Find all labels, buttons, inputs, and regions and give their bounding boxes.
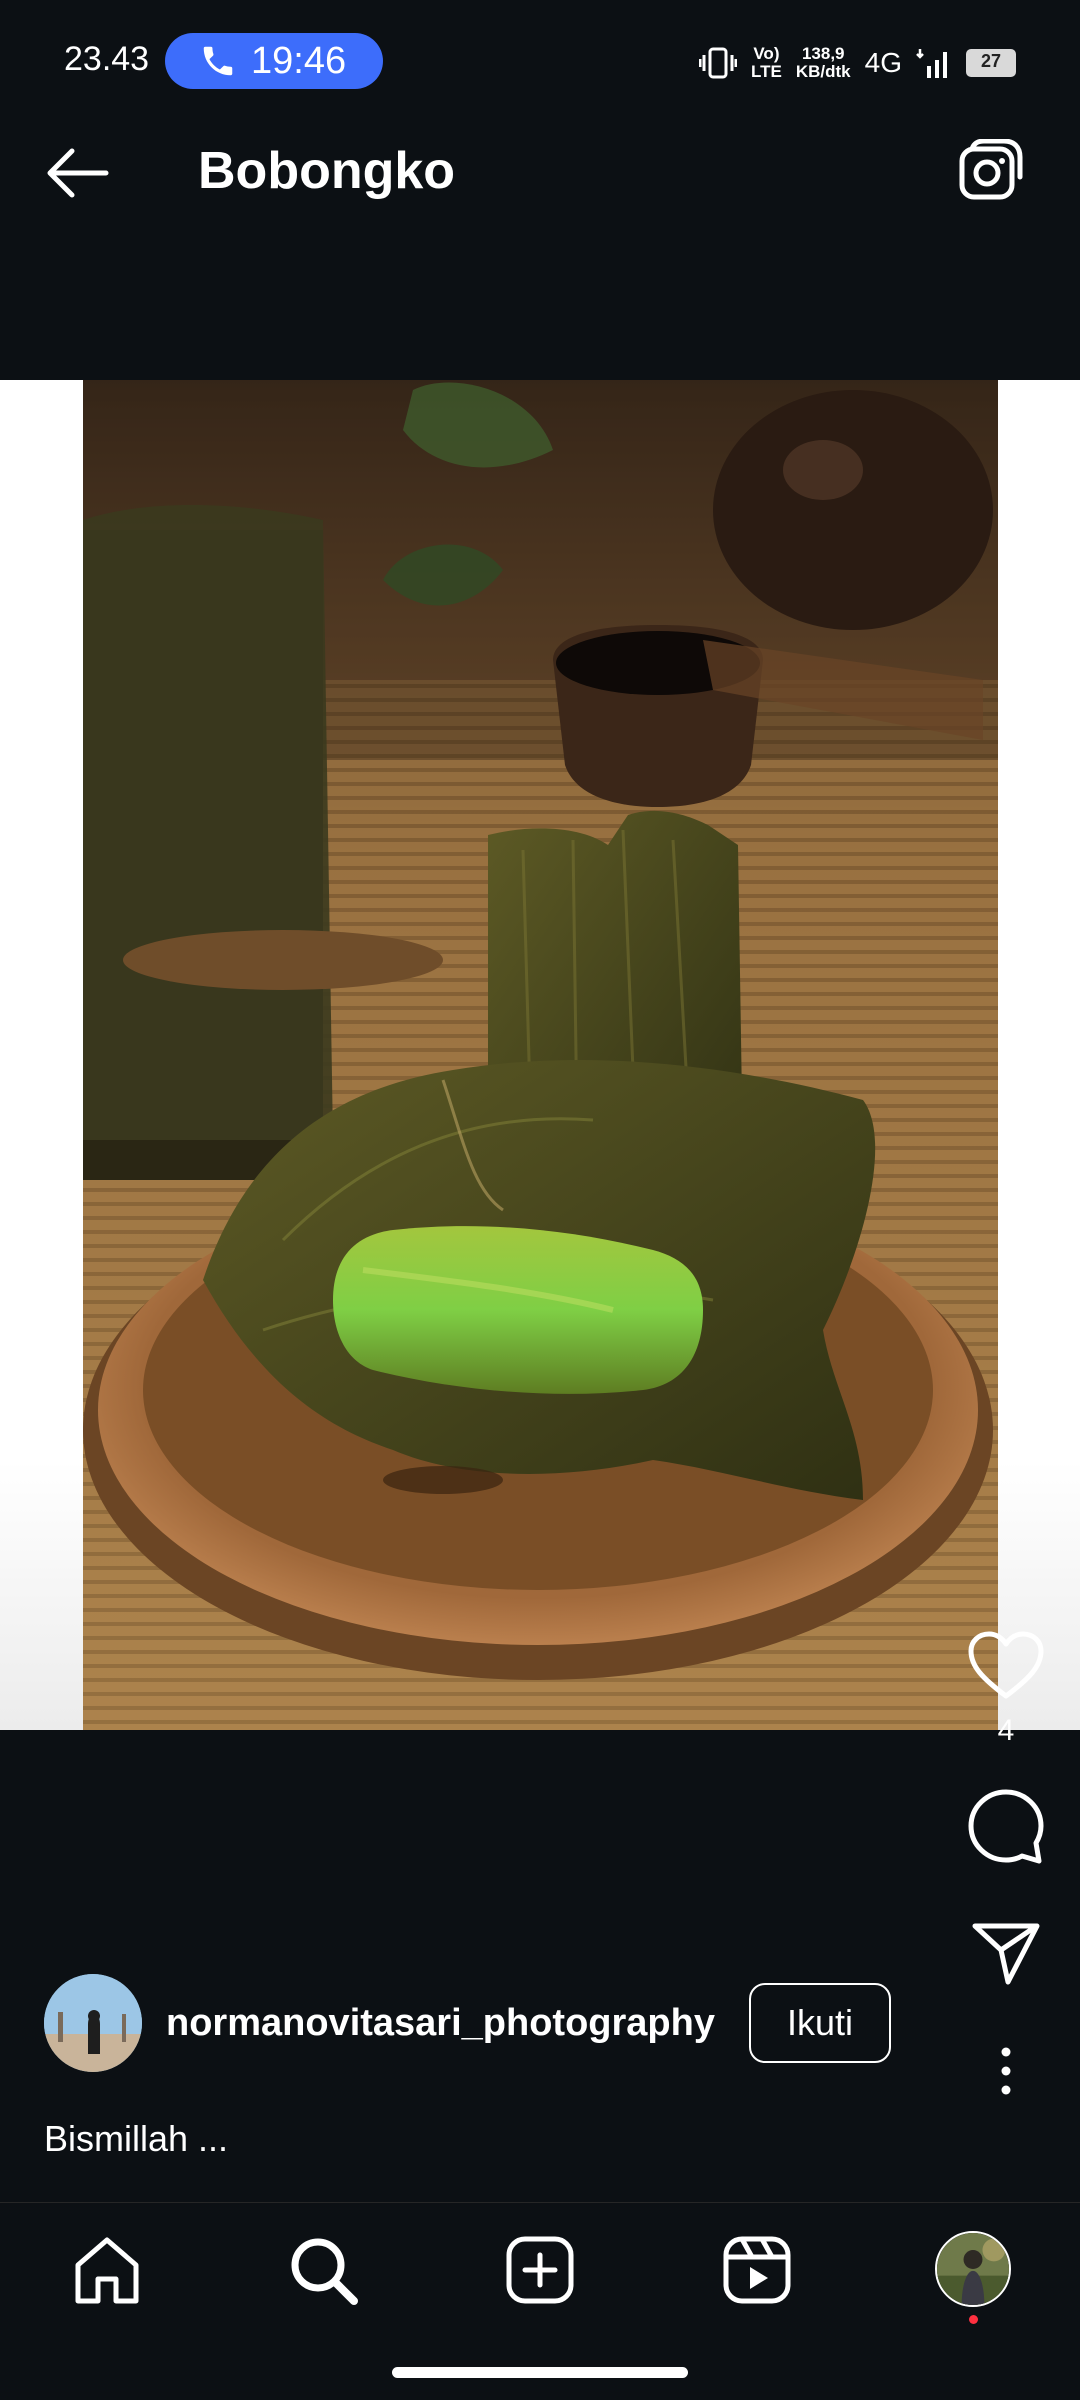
- page-title: Bobongko: [198, 142, 456, 200]
- post-author-row: normanovitasari_photography Ikuti: [44, 1973, 891, 2073]
- battery-icon: 27: [966, 49, 1016, 77]
- follow-button[interactable]: Ikuti: [748, 1983, 891, 2063]
- comment-bubble-icon[interactable]: [968, 1788, 1044, 1864]
- post-caption[interactable]: Bismillah ...: [44, 2118, 228, 2160]
- back-arrow-icon[interactable]: [42, 143, 112, 203]
- bottom-nav: [0, 2202, 1080, 2400]
- reels-icon[interactable]: [720, 2233, 794, 2307]
- network-type: 4G: [864, 47, 902, 78]
- post-photo[interactable]: [83, 380, 998, 1730]
- author-avatar[interactable]: [44, 1974, 142, 2072]
- paper-plane-icon[interactable]: [971, 1920, 1041, 1986]
- post-media-area[interactable]: [0, 380, 1080, 1730]
- heart-icon[interactable]: [967, 1630, 1045, 1702]
- like-count: 4: [997, 1714, 1015, 1747]
- network-speed: 138,9 KB/dtk: [795, 44, 851, 81]
- food-photo-illustration: [83, 380, 998, 1730]
- vertical-dots-icon[interactable]: [996, 2046, 1016, 2096]
- signal-icon: [916, 49, 947, 78]
- author-avatar-image: [44, 1974, 142, 2072]
- profile-avatar[interactable]: [935, 2231, 1011, 2307]
- phone-icon: [203, 46, 233, 76]
- notification-dot: [969, 2315, 978, 2324]
- status-indicators: Vo) LTE 138,9 KB/dtk 4G 27: [699, 38, 1016, 88]
- home-indicator[interactable]: [392, 2367, 688, 2378]
- post-actions: 4: [966, 1630, 1046, 2096]
- camera-icon[interactable]: [958, 139, 1024, 205]
- status-bar: 23.43 19:46 Vo) LTE 138,9 KB/dtk 4G 27: [0, 0, 1080, 95]
- search-icon[interactable]: [286, 2233, 360, 2307]
- status-time: 23.43: [64, 40, 150, 78]
- create-plus-icon[interactable]: [503, 2233, 577, 2307]
- vibrate-icon: [699, 47, 737, 79]
- top-header: Bobongko: [0, 95, 1080, 380]
- home-icon[interactable]: [70, 2233, 144, 2307]
- volte-indicator: Vo) LTE: [751, 44, 782, 81]
- author-username[interactable]: normanovitasari_photography: [166, 2002, 715, 2045]
- ongoing-call-pill[interactable]: 19:46: [165, 33, 383, 89]
- profile-avatar-image: [937, 2233, 1009, 2305]
- call-duration: 19:46: [251, 39, 347, 82]
